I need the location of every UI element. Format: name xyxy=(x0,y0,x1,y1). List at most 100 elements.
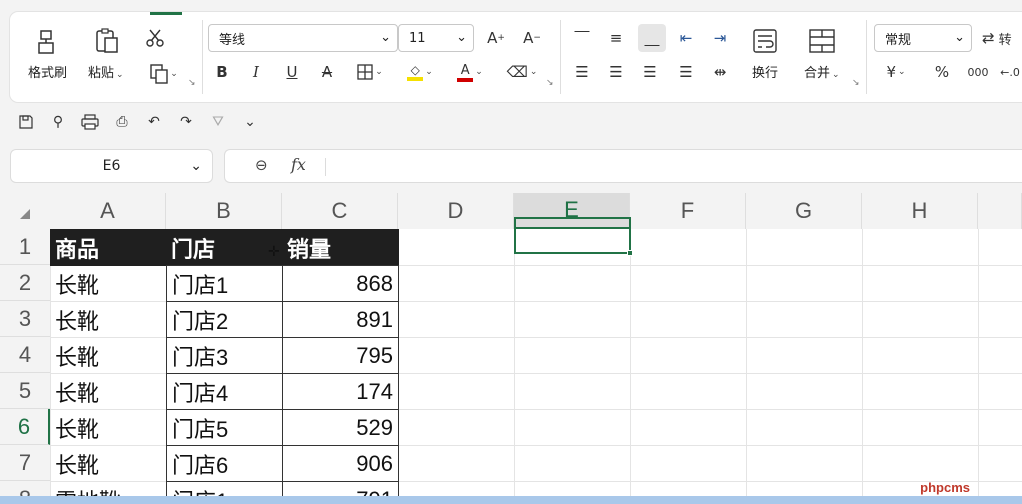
align-center-icon[interactable]: ☰ xyxy=(604,60,628,84)
row-header-3[interactable]: 3 xyxy=(0,301,50,337)
decrease-font-icon[interactable]: A − xyxy=(520,26,544,50)
row-header-5[interactable]: 5 xyxy=(0,373,50,409)
column-header-d[interactable]: D xyxy=(398,193,514,229)
chevron-down-icon: ⌄ xyxy=(456,30,467,45)
column-header-a[interactable]: A xyxy=(50,193,166,229)
cell-a3[interactable]: 长靴 xyxy=(50,301,167,338)
font-size-select[interactable]: 11 ⌄ xyxy=(398,24,474,52)
cell-b1[interactable]: 门店 xyxy=(166,229,283,266)
undo-icon[interactable]: ↶ xyxy=(142,110,166,134)
active-tab-indicator xyxy=(150,12,182,15)
row-header-7[interactable]: 7 xyxy=(0,445,50,481)
paste-button[interactable]: 粘贴 ⌄ xyxy=(88,26,124,81)
cell-b5[interactable]: 门店4 xyxy=(166,373,283,410)
outdent-icon[interactable]: ⇤ xyxy=(674,26,698,50)
copy-button[interactable]: ⌄ xyxy=(146,62,182,86)
save-icon[interactable] xyxy=(14,110,38,134)
cell-c1[interactable]: 销量 xyxy=(282,229,399,266)
cell-a7[interactable]: 长靴 xyxy=(50,445,167,482)
number-format-select[interactable]: 常规 ⌄ xyxy=(874,24,972,52)
horizontal-scrollbar[interactable] xyxy=(0,496,1022,504)
cell-c3[interactable]: 891 xyxy=(282,301,399,338)
gridline xyxy=(630,229,631,504)
column-header-b[interactable]: B xyxy=(166,193,282,229)
cell-b7[interactable]: 门店6 xyxy=(166,445,283,482)
strikethrough-icon[interactable]: A xyxy=(315,60,339,84)
justify-icon[interactable]: ☰ xyxy=(674,60,698,84)
cell-c4[interactable]: 795 xyxy=(282,337,399,374)
eraser-icon: ⌫ xyxy=(506,63,528,81)
cell-a4[interactable]: 长靴 xyxy=(50,337,167,374)
increase-decimal-icon[interactable]: ←.0 xyxy=(998,60,1022,84)
align-middle-icon[interactable]: ≡ xyxy=(604,26,628,50)
print-icon[interactable] xyxy=(78,110,102,134)
column-header-g[interactable]: G xyxy=(746,193,862,229)
row-header-2[interactable]: 2 xyxy=(0,265,50,301)
cell-a6[interactable]: 长靴 xyxy=(50,409,167,446)
formula-bar[interactable]: ⊖ fx xyxy=(224,149,1022,183)
merge-button[interactable]: 合并 ⌄ xyxy=(804,26,840,81)
fx-icon[interactable]: fx xyxy=(291,155,306,174)
cell-b6[interactable]: 门店5 xyxy=(166,409,283,446)
font-name-select[interactable]: 等线 ⌄ xyxy=(208,24,398,52)
borders-icon xyxy=(357,64,373,80)
gridline xyxy=(862,229,863,504)
indent-icon[interactable]: ⇥ xyxy=(708,26,732,50)
filter-icon[interactable]: ⛛ xyxy=(206,110,230,134)
wrap-text-button[interactable]: 换行 xyxy=(752,26,778,81)
row-header-6[interactable]: 6 xyxy=(0,409,50,445)
thousands-button[interactable]: 000 xyxy=(966,60,990,84)
name-box[interactable]: E6 ⌄ xyxy=(10,149,213,183)
align-right-icon[interactable]: ☰ xyxy=(638,60,662,84)
print-preview-icon[interactable]: ⎙ xyxy=(110,110,134,134)
cell-a1[interactable]: 商品 xyxy=(50,229,167,266)
bold-icon[interactable]: B xyxy=(210,60,234,84)
spreadsheet-grid[interactable]: ABCDEFGH 12345678 商品 门店 销量 长靴 门店1 868 长靴 门店2 891… xyxy=(0,193,1022,504)
align-top-icon[interactable]: ⎺ xyxy=(570,26,594,50)
align-left-icon[interactable]: ☰ xyxy=(570,60,594,84)
cell-b4[interactable]: 门店3 xyxy=(166,337,283,374)
cell-b2[interactable]: 门店1 xyxy=(166,265,283,302)
chevron-down-icon: ⌄ xyxy=(116,70,124,80)
row-header-4[interactable]: 4 xyxy=(0,337,50,373)
percent-button[interactable]: % xyxy=(930,60,954,84)
column-header-f[interactable]: F xyxy=(630,193,746,229)
cell-c5[interactable]: 174 xyxy=(282,373,399,410)
clear-format-button[interactable]: ⌫ ⌄ xyxy=(504,60,540,84)
increase-font-icon[interactable]: A + xyxy=(484,26,508,50)
row-header-1[interactable]: 1 xyxy=(0,229,50,265)
cell-a5[interactable]: 长靴 xyxy=(50,373,167,410)
cell-b3[interactable]: 门店2 xyxy=(166,301,283,338)
borders-button[interactable]: ⌄ xyxy=(352,60,388,84)
fill-color-button[interactable]: ◇ ⌄ xyxy=(402,60,438,84)
format-painter-button[interactable]: 格式刷 xyxy=(28,26,67,81)
select-all-button[interactable] xyxy=(0,193,50,229)
cut-icon[interactable] xyxy=(143,26,167,50)
link-icon[interactable]: ⚲ xyxy=(46,110,70,134)
cell-c7[interactable]: 906 xyxy=(282,445,399,482)
redo-icon[interactable]: ↷ xyxy=(174,110,198,134)
clipboard-launcher-icon[interactable]: ↘ xyxy=(188,78,196,88)
cell-c2[interactable]: 868 xyxy=(282,265,399,302)
underline-icon[interactable]: U xyxy=(280,60,304,84)
active-cell-e6[interactable] xyxy=(514,217,633,256)
convert-icon: ⇄ xyxy=(982,29,995,47)
font-launcher-icon[interactable]: ↘ xyxy=(546,78,554,88)
fill-handle[interactable] xyxy=(627,250,633,256)
merge-icon xyxy=(808,26,836,56)
currency-button[interactable]: ¥ ⌄ xyxy=(878,60,914,84)
chevron-down-icon: ⌄ xyxy=(954,30,965,45)
font-color-button[interactable]: A ⌄ xyxy=(452,60,488,84)
convert-button[interactable]: ⇄ 转 xyxy=(982,26,1022,50)
cell-a2[interactable]: 长靴 xyxy=(50,265,167,302)
zoom-icon[interactable]: ⊖ xyxy=(255,156,268,174)
alignment-launcher-icon[interactable]: ↘ xyxy=(852,78,860,88)
column-header-h[interactable]: H xyxy=(862,193,978,229)
align-bottom-icon[interactable]: ⎽ xyxy=(638,24,666,52)
customize-toolbar-icon[interactable]: ⌄ xyxy=(238,110,262,134)
distribute-icon[interactable]: ⇹ xyxy=(708,60,732,84)
italic-icon[interactable]: I xyxy=(244,60,268,84)
cell-c6[interactable]: 529 xyxy=(282,409,399,446)
column-header-partial[interactable] xyxy=(978,193,1022,229)
column-header-c[interactable]: C xyxy=(282,193,398,229)
